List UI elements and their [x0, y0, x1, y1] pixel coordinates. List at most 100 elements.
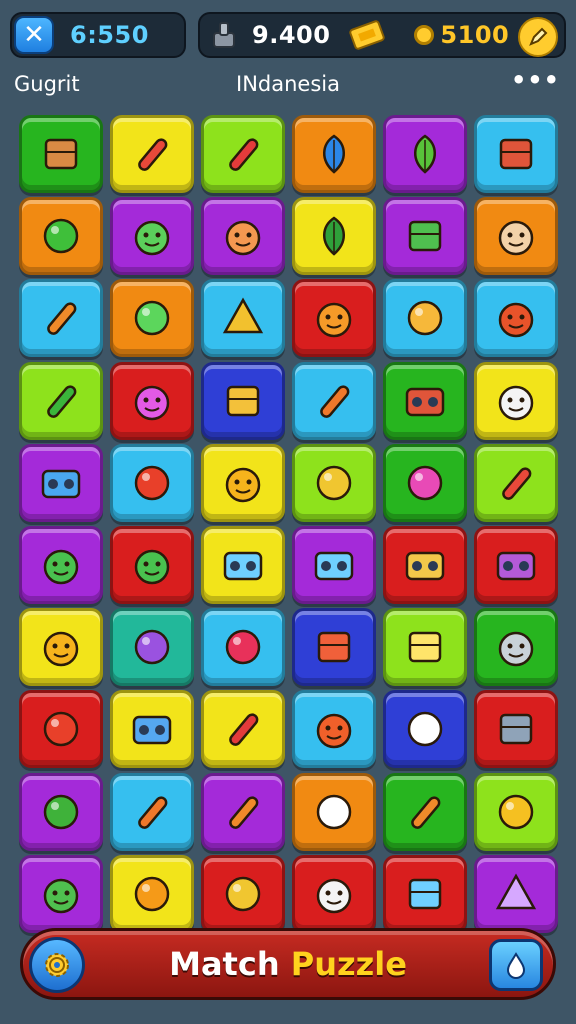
game-tile[interactable] [292, 608, 376, 687]
bottom-bar: Match Puzzle [20, 928, 556, 1000]
game-tile[interactable] [110, 854, 194, 933]
box-icon [44, 138, 78, 170]
pencil-icon [229, 796, 259, 829]
candy-icon [229, 713, 259, 747]
game-tile[interactable] [110, 690, 194, 769]
game-tile[interactable] [19, 690, 103, 769]
game-tile[interactable] [474, 361, 558, 440]
game-tile[interactable] [201, 772, 285, 851]
game-tile[interactable] [474, 690, 558, 769]
game-tile[interactable] [474, 279, 558, 358]
cassette-icon [41, 469, 81, 499]
game-tile[interactable] [201, 608, 285, 687]
frog-icon [134, 549, 170, 585]
game-tile[interactable] [110, 115, 194, 193]
game-tile[interactable] [201, 690, 285, 769]
game-tile[interactable] [474, 197, 558, 276]
ghost-icon [498, 385, 534, 420]
game-tile[interactable] [474, 526, 558, 604]
game-tile[interactable] [201, 854, 285, 933]
banana-icon [323, 134, 345, 174]
game-tile[interactable] [383, 279, 467, 358]
game-tile[interactable] [292, 443, 376, 522]
game-tile[interactable] [383, 690, 467, 769]
game-tile[interactable] [383, 197, 467, 276]
game-tile[interactable] [201, 115, 285, 193]
game-tile[interactable] [110, 279, 194, 358]
game-tile[interactable] [383, 526, 467, 604]
game-tile[interactable] [110, 772, 194, 851]
lollipop-icon [407, 465, 443, 501]
game-tile[interactable] [292, 526, 376, 604]
game-title: Match Puzzle [23, 945, 553, 983]
game-tile[interactable] [292, 361, 376, 440]
drop-icon [506, 952, 526, 979]
game-tile[interactable] [474, 443, 558, 522]
game-tile[interactable] [110, 526, 194, 604]
game-tile[interactable] [201, 361, 285, 440]
game-tile[interactable] [19, 443, 103, 522]
ghost-icon [316, 878, 352, 914]
game-tile[interactable] [201, 279, 285, 358]
monkey-icon [498, 631, 534, 667]
game-tile[interactable] [110, 361, 194, 440]
game-tile[interactable] [383, 772, 467, 851]
plant-icon [414, 134, 436, 174]
game-tile[interactable] [383, 443, 467, 522]
game-tile[interactable] [383, 608, 467, 687]
smiley-icon [225, 467, 261, 503]
game-tile[interactable] [19, 197, 103, 276]
turtle-icon [43, 878, 79, 914]
game-tile[interactable] [474, 115, 558, 193]
game-tile[interactable] [201, 197, 285, 276]
game-tile[interactable] [292, 854, 376, 933]
game-tile[interactable] [201, 443, 285, 522]
game-tile[interactable] [19, 279, 103, 358]
starfish-icon [316, 714, 352, 749]
game-tile[interactable] [474, 854, 558, 933]
game-tile[interactable] [110, 443, 194, 522]
carrot-icon [320, 385, 350, 418]
game-tile[interactable] [292, 279, 376, 358]
hint-button[interactable] [489, 939, 543, 991]
pencil-icon [47, 302, 77, 336]
game-tile[interactable] [383, 361, 467, 440]
rocket-icon [138, 138, 168, 171]
beachball-icon [225, 876, 261, 912]
orange-icon [134, 876, 170, 912]
cherry-icon [225, 629, 261, 665]
beachball-icon [316, 465, 352, 501]
book-icon [499, 138, 533, 170]
notebook-icon [317, 631, 351, 663]
game-board [0, 0, 576, 1024]
tv-icon [408, 878, 442, 910]
game-tile[interactable] [19, 115, 103, 193]
bucket-icon [408, 631, 442, 663]
bunny-icon [134, 385, 170, 420]
game-tile[interactable] [19, 608, 103, 687]
robot-icon [226, 385, 260, 416]
camera-icon [314, 551, 354, 581]
leaf-icon [323, 216, 345, 256]
panel-icon [405, 551, 445, 581]
duck-icon [43, 631, 79, 667]
game-tile[interactable] [110, 197, 194, 276]
game-tile[interactable] [383, 115, 467, 193]
game-tile[interactable] [110, 608, 194, 687]
game-tile[interactable] [292, 197, 376, 276]
game-tile[interactable] [19, 854, 103, 933]
crab-icon [498, 303, 534, 338]
game-tile[interactable] [292, 115, 376, 193]
game-tile[interactable] [19, 361, 103, 440]
game-tile[interactable] [19, 526, 103, 604]
game-tile[interactable] [201, 526, 285, 604]
game-tile[interactable] [474, 772, 558, 851]
mouse-icon [498, 220, 534, 256]
cat-icon [225, 220, 261, 256]
game-tile[interactable] [383, 854, 467, 933]
game-tile[interactable] [292, 772, 376, 851]
game-tile[interactable] [19, 772, 103, 851]
pepper-icon [47, 385, 77, 418]
game-tile[interactable] [474, 608, 558, 687]
game-tile[interactable] [292, 690, 376, 769]
